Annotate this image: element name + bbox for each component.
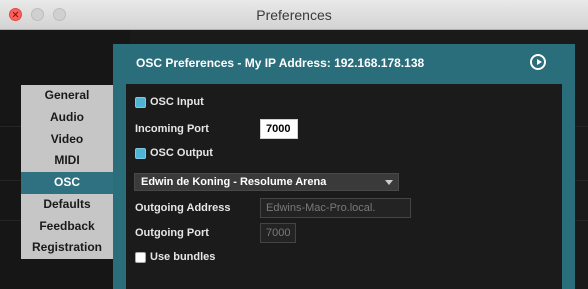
sidebar-item-osc[interactable]: OSC	[21, 172, 113, 194]
sidebar-item-registration[interactable]: Registration	[21, 237, 113, 259]
chevron-down-icon	[385, 180, 393, 185]
osc-settings-body: OSC Input Incoming Port 7000 OSC Output …	[126, 84, 562, 289]
outgoing-port-label: Outgoing Port	[135, 227, 209, 239]
output-target-dropdown[interactable]: Edwin de Koning - Resolume Arena	[134, 173, 399, 191]
osc-input-label: OSC Input	[150, 96, 204, 108]
sidebar-item-feedback[interactable]: Feedback	[21, 216, 113, 238]
incoming-port-label: Incoming Port	[135, 123, 209, 135]
sidebar-item-audio[interactable]: Audio	[21, 107, 113, 129]
use-bundles-checkbox[interactable]	[135, 252, 146, 263]
osc-preferences-panel: OSC Preferences - My IP Address: 192.168…	[113, 44, 575, 289]
sidebar-item-defaults[interactable]: Defaults	[21, 194, 113, 216]
outgoing-address-label: Outgoing Address	[135, 202, 231, 214]
osc-output-checkbox[interactable]	[135, 148, 146, 159]
output-target-selected: Edwin de Koning - Resolume Arena	[141, 176, 327, 188]
panel-title: OSC Preferences - My IP Address: 192.168…	[136, 56, 425, 70]
sidebar-item-video[interactable]: Video	[21, 129, 113, 151]
osc-input-checkbox[interactable]	[135, 97, 146, 108]
title-bar: Preferences	[0, 0, 588, 30]
outgoing-port-field[interactable]: 7000	[260, 223, 296, 243]
play-circle-icon[interactable]	[530, 54, 546, 70]
window-title: Preferences	[256, 7, 332, 23]
preferences-sidebar: General Audio Video MIDI OSC Defaults Fe…	[21, 85, 113, 259]
incoming-port-field[interactable]: 7000	[260, 119, 298, 139]
outgoing-address-field[interactable]: Edwins-Mac-Pro.local.	[260, 198, 411, 218]
use-bundles-label: Use bundles	[150, 251, 216, 263]
osc-output-label: OSC Output	[150, 147, 213, 159]
sidebar-item-general[interactable]: General	[21, 85, 113, 107]
sidebar-item-midi[interactable]: MIDI	[21, 150, 113, 172]
